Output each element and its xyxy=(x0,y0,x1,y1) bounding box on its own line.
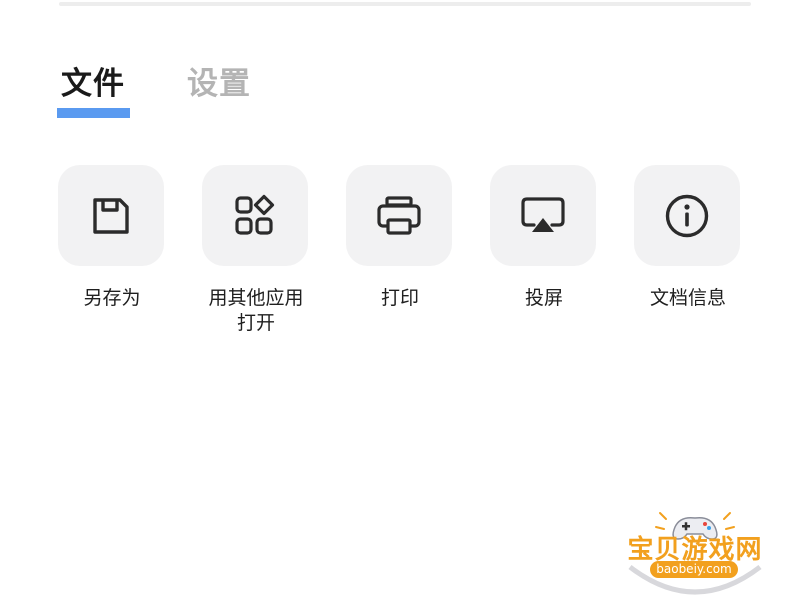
apps-icon xyxy=(233,194,277,238)
save-as-label: 另存为 xyxy=(83,287,141,309)
document-info-button[interactable] xyxy=(634,165,740,266)
print-action[interactable]: 打印 xyxy=(346,165,454,311)
info-icon xyxy=(664,193,710,239)
tab-file[interactable]: 文件 xyxy=(61,64,125,104)
open-with-label: 用其他应用 打开 xyxy=(208,287,304,334)
save-as-button[interactable] xyxy=(58,165,164,266)
top-divider xyxy=(59,2,751,6)
print-label: 打印 xyxy=(380,287,419,309)
watermark-logo: 宝贝游戏网 baobeiy.com xyxy=(620,505,770,597)
open-with-action[interactable]: 用其他应用 打开 xyxy=(202,165,310,336)
print-button[interactable] xyxy=(346,165,452,266)
tab-settings[interactable]: 设置 xyxy=(187,64,251,104)
cast-screen-icon xyxy=(519,194,567,238)
open-with-button[interactable] xyxy=(202,165,308,266)
watermark-url: baobeiy.com xyxy=(650,561,738,578)
document-info-label: 文档信息 xyxy=(649,287,726,309)
cast-screen-button[interactable] xyxy=(490,165,596,266)
printer-icon xyxy=(375,194,423,238)
cast-screen-action[interactable]: 投屏 xyxy=(490,165,598,311)
save-icon xyxy=(89,194,133,238)
save-as-action[interactable]: 另存为 xyxy=(58,165,166,311)
file-menu-panel: 文件 设置 另存为 用其他应用 打开 打印 投屏 文档信息 宝贝游戏网 baob… xyxy=(0,0,800,600)
active-tab-indicator xyxy=(57,108,130,118)
cast-screen-label: 投屏 xyxy=(524,287,563,309)
document-info-action[interactable]: 文档信息 xyxy=(634,165,742,311)
